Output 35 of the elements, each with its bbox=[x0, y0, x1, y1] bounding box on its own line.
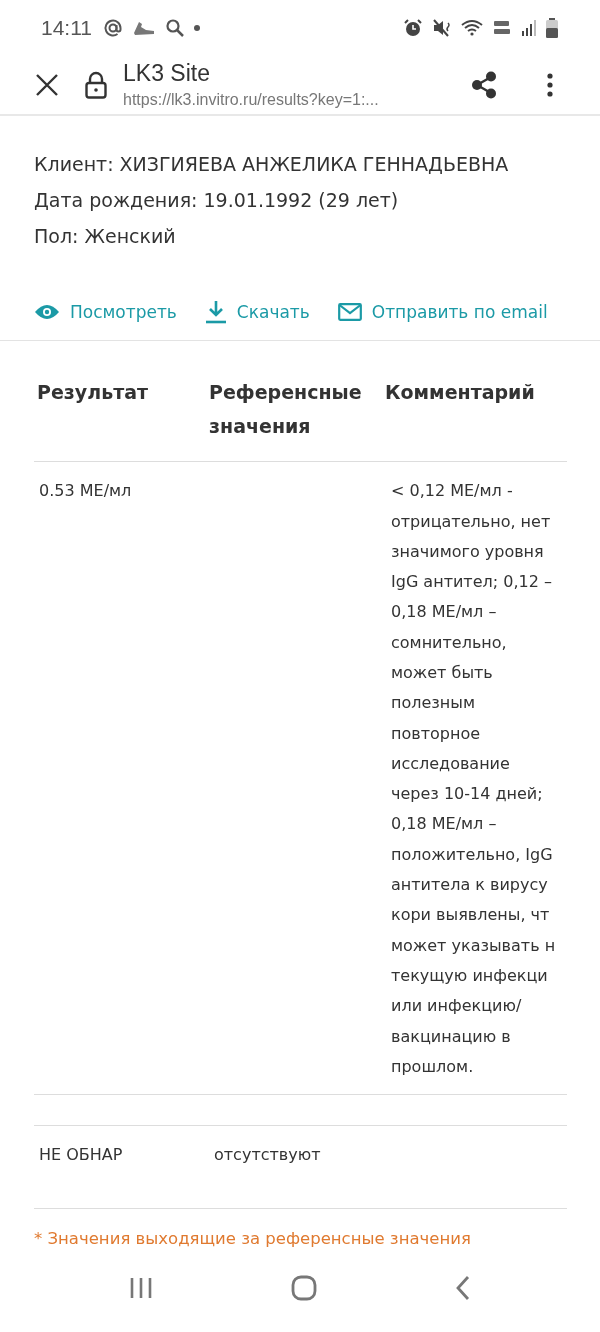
recent-apps-icon[interactable] bbox=[129, 1276, 153, 1299]
download-icon bbox=[204, 300, 227, 325]
client-info: Пол: Женский bbox=[34, 224, 177, 250]
close-icon[interactable] bbox=[35, 72, 59, 97]
column-header: Результат bbox=[36, 380, 149, 406]
dot-icon bbox=[194, 24, 200, 31]
client-info: Клиент: ХИЗГИЯЕВА АНЖЕЛИКА ГЕННАДЬЕВНА bbox=[34, 152, 510, 178]
table-cell-text: 0.53 МЕ/мл bbox=[38, 480, 133, 503]
status-time: 14:11 bbox=[41, 15, 92, 40]
action-link[interactable]: Скачать bbox=[204, 300, 310, 325]
share-icon[interactable] bbox=[471, 70, 497, 99]
page-title: LK3 Site bbox=[123, 58, 211, 88]
action-link[interactable]: Отправить по email bbox=[337, 302, 548, 323]
lock-icon bbox=[85, 70, 107, 99]
client-info: Дата рождения: 19.01.1992 (29 лет) bbox=[34, 188, 400, 214]
more-icon[interactable] bbox=[547, 72, 553, 97]
table-cell-text: отсутствуют bbox=[213, 1144, 322, 1167]
mute-icon bbox=[432, 17, 452, 38]
mail-icon bbox=[337, 303, 362, 322]
eye-icon bbox=[34, 304, 60, 321]
search-icon bbox=[165, 17, 185, 38]
home-icon[interactable] bbox=[291, 1274, 317, 1301]
at-sign-icon bbox=[103, 17, 123, 38]
table-cell-text: НЕ ОБНАР bbox=[38, 1144, 124, 1167]
wifi-icon bbox=[461, 17, 483, 38]
column-header: Комментарий bbox=[385, 380, 536, 406]
signal-icon bbox=[521, 18, 537, 37]
battery-icon bbox=[546, 17, 558, 38]
footnote: * Значения выходящие за референсные значения bbox=[34, 1228, 472, 1251]
alarm-icon bbox=[403, 17, 423, 38]
back-icon[interactable] bbox=[455, 1274, 471, 1301]
column-header: Референсные значения bbox=[209, 380, 363, 440]
action-link[interactable]: Посмотреть bbox=[34, 302, 177, 323]
page-url: https://lk3.invitro.ru/results?key=1:... bbox=[123, 89, 380, 110]
comment-text: < 0,12 МЕ/мл - отрицательно, нет значимого уровня IgG антител; 0,12 – 0,18 МЕ/мл – сомнительно, может быть полезным повторное исследование через 10-14 дней; 0,18 МЕ/мл – положительно, IgG антитела к вирусу кори выявлены, чт может указывать н текущую инфекци или инфекцию/ вакцинацию в прошлом. bbox=[390, 480, 557, 1078]
